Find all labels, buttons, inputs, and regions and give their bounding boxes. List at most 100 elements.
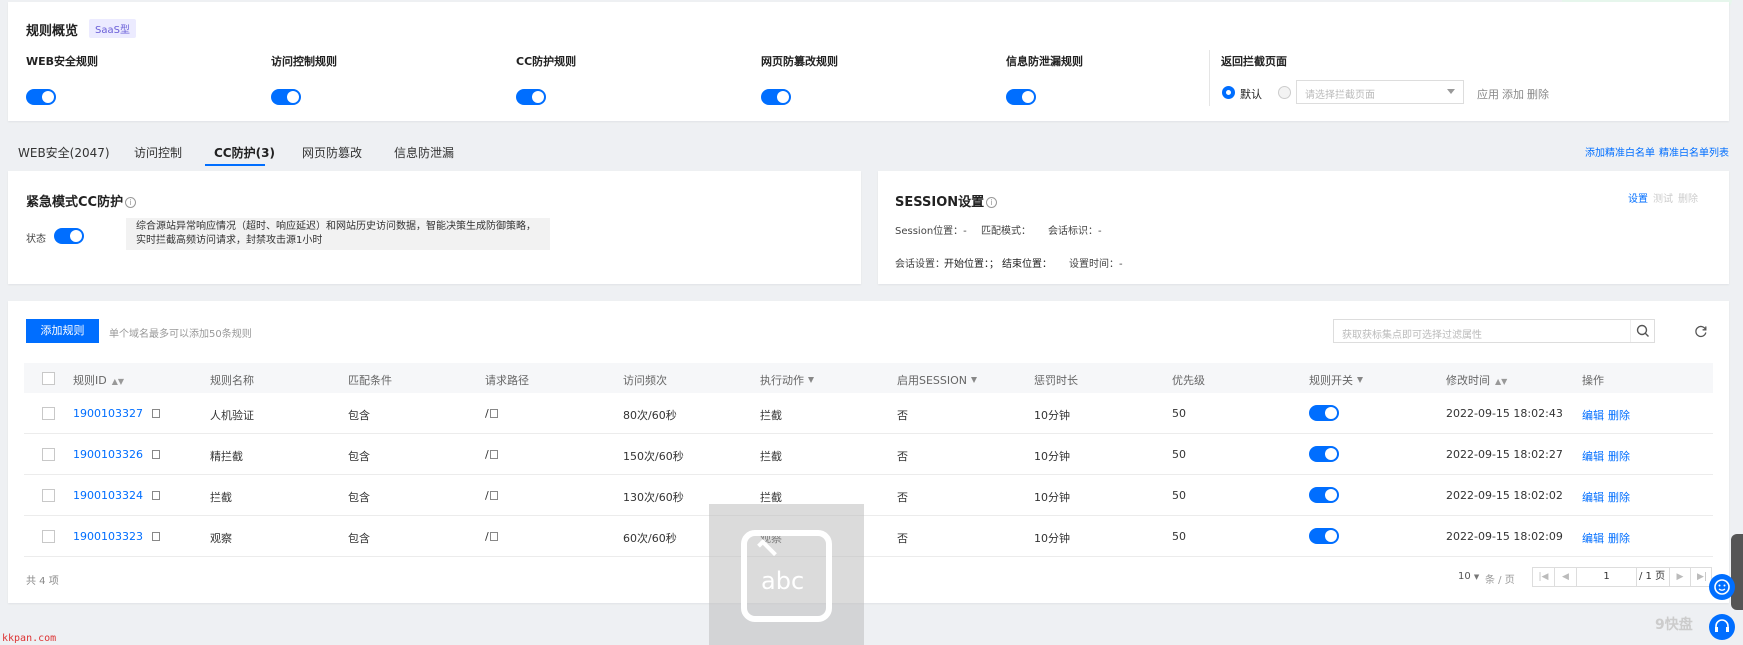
- select-all-checkbox[interactable]: [42, 372, 55, 385]
- col-modified-time[interactable]: 修改时间 ▲▼: [1446, 372, 1507, 388]
- tab-anti-leak[interactable]: 信息防泄漏: [394, 144, 454, 161]
- sort-icon[interactable]: ▲▼: [112, 377, 124, 386]
- col-request-path: 请求路径: [485, 374, 529, 387]
- rule-penalty: 10分钟: [1034, 409, 1070, 422]
- col-switch-label: 规则开关: [1309, 374, 1353, 387]
- copy-icon[interactable]: [152, 450, 160, 459]
- copy-icon[interactable]: [489, 450, 498, 459]
- rule-match: 包含: [348, 409, 370, 422]
- rule-id-link[interactable]: 1900103324: [73, 489, 160, 502]
- anti-tamper-rule-toggle[interactable]: [761, 89, 791, 105]
- delete-rule-link[interactable]: 删除: [1608, 407, 1630, 423]
- add-rule-button[interactable]: 添加规则: [26, 319, 99, 343]
- custom-page-radio[interactable]: [1278, 86, 1291, 99]
- search-icon[interactable]: [1630, 320, 1654, 342]
- session-test-link[interactable]: 测试: [1653, 190, 1673, 205]
- tab-cc-protection[interactable]: CC防护(3): [214, 144, 275, 161]
- tab-web-security[interactable]: WEB安全(2047): [18, 144, 110, 161]
- cc-protection-rule-toggle[interactable]: [516, 89, 546, 105]
- col-session[interactable]: 启用SESSION: [897, 372, 978, 388]
- add-whitelist-link[interactable]: 添加精准白名单: [1585, 144, 1655, 159]
- rule-match: 包含: [348, 532, 370, 545]
- anti-leak-rule-toggle[interactable]: [1006, 89, 1036, 105]
- rule-frequency: 130次/60秒: [623, 491, 684, 504]
- rule-id-link[interactable]: 1900103326: [73, 448, 160, 461]
- copy-icon[interactable]: [489, 409, 498, 418]
- filter-icon[interactable]: [1357, 377, 1363, 383]
- rule-name: 精拦截: [210, 450, 243, 463]
- block-page-select[interactable]: 请选择拦截页面: [1296, 80, 1464, 104]
- table-row: 1900103327 人机验证 包含 / 80次/60秒 拦截 否 10分钟 5…: [24, 393, 1713, 434]
- support-icon[interactable]: [1709, 614, 1735, 640]
- col-switch[interactable]: 规则开关: [1309, 372, 1363, 388]
- emergency-description: 综合源站异常响应情况（超时、响应延迟）和网站历史访问数据，智能决策生成防御策略，…: [126, 218, 550, 250]
- session-set-link[interactable]: 设置: [1628, 190, 1648, 205]
- rule-session: 否: [897, 491, 908, 504]
- rule-id-link[interactable]: 1900103323: [73, 530, 160, 543]
- edit-rule-link[interactable]: 编辑: [1582, 489, 1604, 505]
- first-page-icon[interactable]: |◀: [1533, 568, 1555, 586]
- current-page-input[interactable]: 1: [1577, 568, 1637, 586]
- copy-icon[interactable]: [152, 532, 160, 541]
- prev-page-icon[interactable]: ◀: [1555, 568, 1577, 586]
- col-action[interactable]: 执行动作: [760, 372, 814, 388]
- copy-icon[interactable]: [152, 491, 160, 500]
- web-security-rule-toggle[interactable]: [26, 89, 56, 105]
- copy-icon[interactable]: [489, 491, 498, 500]
- page-size-select[interactable]: 10 ▼: [1458, 571, 1479, 582]
- session-position: Session位置：-: [895, 226, 967, 237]
- tab-access-control[interactable]: 访问控制: [134, 144, 182, 161]
- col-session-label: 启用SESSION: [897, 374, 968, 387]
- edit-rule-link[interactable]: 编辑: [1582, 530, 1604, 546]
- next-page-icon[interactable]: ▶: [1669, 568, 1691, 586]
- row-checkbox[interactable]: [42, 407, 55, 420]
- default-page-radio-label: 默认: [1240, 88, 1262, 101]
- sort-icon[interactable]: ▲▼: [1495, 377, 1507, 386]
- chevron-down-icon: [1447, 89, 1455, 94]
- rule-path: /: [485, 448, 498, 461]
- filter-icon[interactable]: [971, 377, 978, 383]
- delete-rule-link[interactable]: 删除: [1608, 530, 1630, 546]
- rule-switch-toggle[interactable]: [1309, 405, 1339, 421]
- delete-rule-link[interactable]: 删除: [1608, 448, 1630, 464]
- rule-session: 否: [897, 532, 908, 545]
- refresh-icon[interactable]: [1694, 324, 1708, 338]
- col-rule-id[interactable]: 规则ID ▲▼: [73, 372, 124, 388]
- rule-id-link[interactable]: 1900103327: [73, 407, 160, 420]
- rule-search-input[interactable]: 获取获标集点即可选择过滤属性: [1333, 319, 1655, 343]
- edit-rule-link[interactable]: 编辑: [1582, 407, 1604, 423]
- session-delete-link[interactable]: 删除: [1678, 190, 1698, 205]
- page-size-value: 10: [1458, 571, 1471, 582]
- rule-path: /: [485, 489, 498, 502]
- copy-icon[interactable]: [152, 409, 160, 418]
- session-set-time: 设置时间：-: [1069, 259, 1123, 270]
- row-checkbox[interactable]: [42, 448, 55, 461]
- rule-penalty: 10分钟: [1034, 532, 1070, 545]
- rule-penalty: 10分钟: [1034, 450, 1070, 463]
- session-setting-label: 会话设置：: [895, 259, 945, 270]
- emergency-status-toggle[interactable]: [54, 228, 84, 244]
- rule-switch-toggle[interactable]: [1309, 528, 1339, 544]
- rule-switch-toggle[interactable]: [1309, 446, 1339, 462]
- whitelist-list-link[interactable]: 精准白名单列表: [1659, 144, 1729, 159]
- feedback-icon[interactable]: [1709, 574, 1735, 600]
- return-page-label: 返回拦截页面: [1221, 55, 1287, 68]
- rule-switch-toggle[interactable]: [1309, 487, 1339, 503]
- total-pages: / 1 页: [1639, 571, 1666, 582]
- delete-rule-link[interactable]: 删除: [1608, 489, 1630, 505]
- info-icon[interactable]: i: [986, 197, 998, 208]
- tab-anti-tamper[interactable]: 网页防篡改: [302, 144, 362, 161]
- access-control-rule-toggle[interactable]: [271, 89, 301, 105]
- apply-link[interactable]: 应用: [1477, 86, 1499, 102]
- row-checkbox[interactable]: [42, 489, 55, 502]
- info-icon[interactable]: i: [125, 197, 137, 208]
- filter-icon[interactable]: [808, 377, 814, 383]
- edit-rule-link[interactable]: 编辑: [1582, 448, 1604, 464]
- add-page-link[interactable]: 添加: [1502, 86, 1524, 102]
- session-match-mode: 匹配模式：: [981, 226, 1031, 237]
- delete-page-link[interactable]: 删除: [1527, 86, 1549, 102]
- row-checkbox[interactable]: [42, 530, 55, 543]
- copy-icon[interactable]: [489, 532, 498, 541]
- default-page-radio[interactable]: [1222, 86, 1235, 99]
- col-action-label: 执行动作: [760, 374, 804, 387]
